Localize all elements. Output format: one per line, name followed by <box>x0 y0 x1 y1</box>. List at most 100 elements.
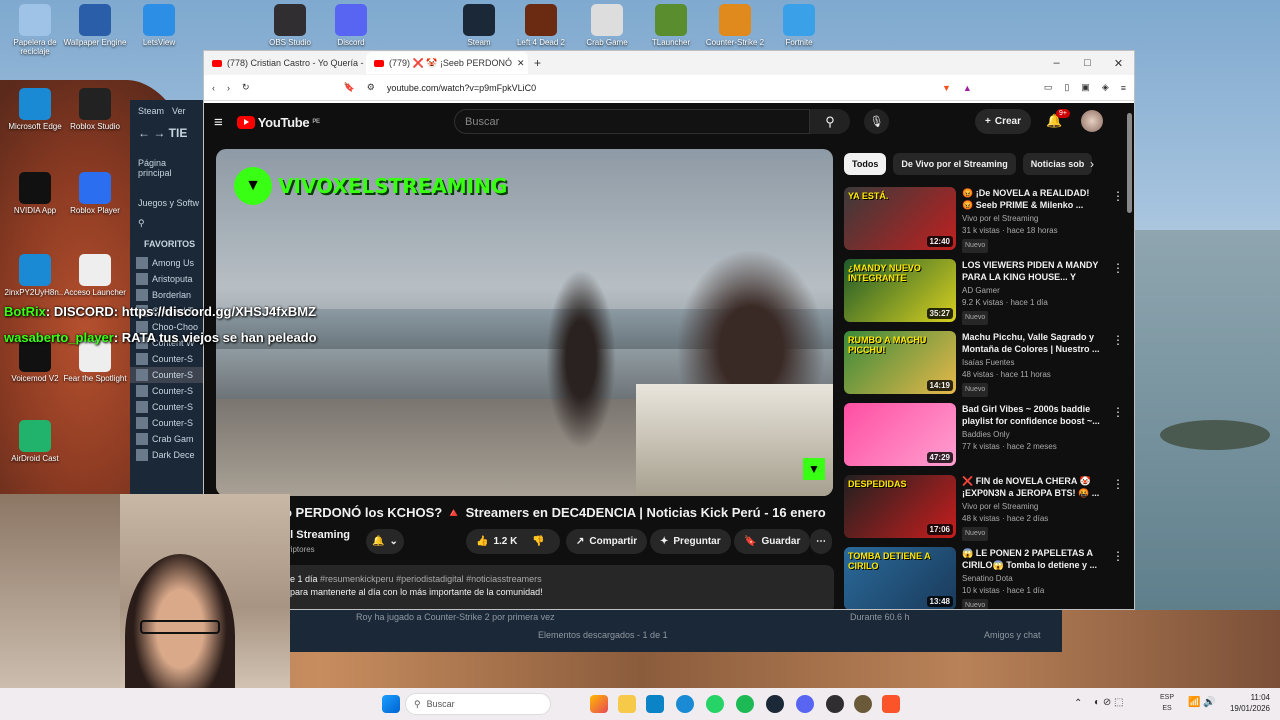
steam-nav-arrows[interactable]: ← → <box>138 126 169 140</box>
site-info-icon[interactable]: ⚙ <box>367 82 375 93</box>
brave-rewards-icon[interactable]: ▲ <box>963 83 972 93</box>
steam-game-item[interactable]: Among Us <box>130 255 210 271</box>
tab-close-icon[interactable]: ✕ <box>517 58 525 69</box>
language-indicator[interactable]: ESP ES <box>1160 692 1174 714</box>
chip-noticias[interactable]: Noticias sob <box>1022 153 1093 175</box>
desktop-icon[interactable]: OBS Studio <box>255 4 325 47</box>
desktop-icon[interactable]: Roblox Player <box>60 172 130 215</box>
desktop-icon[interactable]: Fear the Spotlight <box>60 340 130 383</box>
desktop-icon[interactable]: Crab Game <box>572 4 642 47</box>
steam-activity-game[interactable]: Counter-Strike 2 <box>424 612 490 622</box>
rec-channel[interactable]: Baddies Only <box>962 429 1102 441</box>
wallet-icon[interactable]: ▣ <box>1081 82 1090 93</box>
steam-search-icon[interactable]: ⚲ <box>130 214 210 233</box>
tray-chevron-icon[interactable]: ⌃ <box>1074 698 1082 709</box>
share-button[interactable]: ↗ Compartir <box>566 529 648 554</box>
clock[interactable]: 11:04 19/01/2026 <box>1230 692 1270 714</box>
forward-icon[interactable]: › <box>227 83 230 93</box>
create-button[interactable]: + Crear <box>975 109 1031 134</box>
url-field[interactable]: youtube.com/watch?v=p9mFpkVLiC0 <box>387 83 930 93</box>
rec-title[interactable]: Bad Girl Vibes ~ 2000s baddie playlist f… <box>962 403 1102 427</box>
video-thumbnail[interactable]: TOMBA DETIENE A CIRILO 13:48 <box>844 547 956 609</box>
chevron-right-icon[interactable]: › <box>1090 157 1094 171</box>
video-thumbnail[interactable]: DESPEDIDAS 17:06 <box>844 475 956 538</box>
new-tab-button[interactable]: + <box>534 56 541 70</box>
video-thumbnail[interactable]: YA ESTÁ. 12:40 <box>844 187 956 250</box>
menu-icon[interactable]: ≡ <box>1121 83 1126 93</box>
save-button[interactable]: 🔖 Guardar <box>734 529 811 554</box>
recommendation-item[interactable]: YA ESTÁ. 12:40 😡 ¡De NOVELA a REALIDAD! … <box>844 187 1124 253</box>
desktop-icon[interactable]: Discord <box>316 4 386 47</box>
spotify-icon[interactable] <box>736 695 754 713</box>
recommendation-item[interactable]: ¿MANDY NUEVO INTEGRANTE 35:27 LOS VIEWER… <box>844 259 1124 325</box>
desktop-icon[interactable]: LetsView <box>124 4 194 47</box>
rec-title[interactable]: LOS VIEWERS PIDEN A MANDY PARA LA KING H… <box>962 259 1102 283</box>
steam-game-item[interactable]: Counter-S <box>130 367 210 383</box>
steam-game-item[interactable]: Counter-S <box>130 415 210 431</box>
tab-2[interactable]: (779) ❌ 🤡 ¡Seeb PERDONÓ ✕ <box>366 52 528 74</box>
steam-store-label[interactable]: TIE <box>169 126 188 140</box>
reload-icon[interactable]: ↻ <box>242 82 250 93</box>
steam-friends-chat[interactable]: Amigos y chat <box>984 630 1041 640</box>
desktop-icon[interactable]: Counter-Strike 2 <box>700 4 770 47</box>
steam-games-filter[interactable]: Juegos y Softw <box>130 192 210 214</box>
network-volume-icons[interactable]: 📶 🔊 <box>1188 697 1216 708</box>
video-thumbnail[interactable]: ¿MANDY NUEVO INTEGRANTE 35:27 <box>844 259 956 322</box>
desktop-icon[interactable]: Acceso Launcher <box>60 254 130 297</box>
steam-game-item[interactable]: Crab Gam <box>130 431 210 447</box>
tray-icons[interactable]: ◐ ⊘ ⬚ <box>1094 697 1123 708</box>
steam-menu-ver[interactable]: Ver <box>172 106 186 116</box>
steam-game-item[interactable]: Dark Dece <box>130 447 210 463</box>
hamburger-icon[interactable]: ≡ <box>214 114 223 131</box>
brave-shield-icon[interactable]: ▼ <box>942 83 951 93</box>
file-explorer-icon[interactable] <box>618 695 636 713</box>
discord-icon[interactable] <box>796 695 814 713</box>
mic-icon[interactable]: 🎙 <box>864 109 889 134</box>
video-thumbnail[interactable]: 47:29 <box>844 403 956 466</box>
rec-title[interactable]: 😡 ¡De NOVELA a REALIDAD! 😡 Seeb PRIME & … <box>962 187 1102 211</box>
search-icon[interactable]: ⚲ <box>810 109 850 134</box>
brave-icon[interactable] <box>882 695 900 713</box>
desktop-icon[interactable]: Roblox Studio <box>60 88 130 131</box>
more-options-icon[interactable]: ⋮ <box>1112 261 1124 275</box>
desktop-icon[interactable]: Fortnite <box>764 4 834 47</box>
recommendation-item[interactable]: DESPEDIDAS 17:06 ❌ FIN de NOVELA CHERA 🤡… <box>844 475 1124 541</box>
sidebar-icon[interactable]: ▯ <box>1064 82 1069 93</box>
rec-title[interactable]: Machu Picchu, Valle Sagrado y Montaña de… <box>962 331 1102 355</box>
rec-title[interactable]: ❌ FIN de NOVELA CHERA 🤡 ¡EXP0N3N a JEROP… <box>962 475 1102 499</box>
tab-1[interactable]: (778) Cristian Castro - Yo Quería - Yo <box>204 52 366 74</box>
desktop-icon[interactable]: Steam <box>444 4 514 47</box>
obs-icon[interactable] <box>826 695 844 713</box>
whatsapp-icon[interactable] <box>706 695 724 713</box>
chip-de-vivo[interactable]: De Vivo por el Streaming <box>893 153 1016 175</box>
bookmark-icon[interactable]: 🔖 <box>344 82 355 93</box>
back-icon[interactable]: ‹ <box>212 83 215 93</box>
recommendation-item[interactable]: TOMBA DETIENE A CIRILO 13:48 😱 LE PONEN … <box>844 547 1124 609</box>
maximize-button[interactable]: □ <box>1072 51 1103 75</box>
more-options-icon[interactable]: ⋮ <box>1112 549 1124 563</box>
steam-downloads[interactable]: Elementos descargados - 1 de 1 <box>538 630 668 640</box>
steam-home[interactable]: Página principal <box>130 144 210 192</box>
description-box[interactable]: e 1 día #resumenkickperu #periodistadigi… <box>284 565 834 609</box>
more-actions-button[interactable]: ⋯ <box>810 529 832 554</box>
chip-todos[interactable]: Todos <box>844 153 887 175</box>
taskbar-search[interactable]: ⚲ Buscar <box>405 693 551 715</box>
rec-channel[interactable]: Senatino Dota <box>962 573 1102 585</box>
desc-hashtags[interactable]: #resumenkickperu #periodistadigital #not… <box>320 574 542 584</box>
search-input[interactable]: Buscar <box>454 109 810 134</box>
steam-window[interactable]: Steam Ver ← → TIE Página principal Juegos… <box>130 100 210 500</box>
rec-channel[interactable]: Vivo por el Streaming <box>962 213 1102 225</box>
minimize-button[interactable]: – <box>1041 51 1072 75</box>
desktop-icon[interactable]: TLauncher <box>636 4 706 47</box>
channel-name[interactable]: el Streaming <box>284 529 350 541</box>
steam-game-item[interactable]: Counter-S <box>130 351 210 367</box>
desktop-icon[interactable]: Left 4 Dead 2 <box>506 4 576 47</box>
desktop-icon[interactable]: Wallpaper Engine <box>60 4 130 47</box>
desktop-icon[interactable]: AirDroid Cast <box>0 420 70 463</box>
edge-icon[interactable] <box>676 695 694 713</box>
close-window-button[interactable]: ✕ <box>1103 51 1134 75</box>
like-icon[interactable]: 👍 <box>476 536 488 547</box>
scrollbar[interactable] <box>1127 113 1132 213</box>
ask-button[interactable]: ✦ Preguntar <box>650 529 731 554</box>
more-options-icon[interactable]: ⋮ <box>1112 189 1124 203</box>
